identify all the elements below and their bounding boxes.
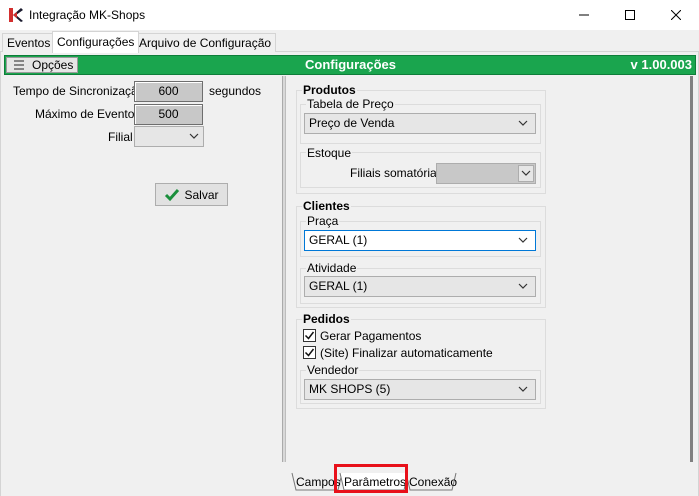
gerar-pagamentos-checkbox[interactable]: [303, 329, 316, 342]
header-title: Configurações: [304, 57, 396, 72]
tab-eventos[interactable]: Eventos: [2, 33, 56, 52]
vendedor-value: MK SHOPS (5): [309, 382, 391, 396]
price-table-select[interactable]: Preço de Venda: [304, 113, 536, 134]
version-label: v 1.00.003: [630, 57, 692, 72]
save-button[interactable]: Salvar: [155, 183, 228, 206]
max-events-input[interactable]: 500: [134, 104, 203, 125]
options-button[interactable]: Opções: [6, 57, 78, 73]
praca-label: Praça: [306, 214, 340, 228]
vendedor-select[interactable]: MK SHOPS (5): [304, 379, 536, 400]
bottom-tab-conexao[interactable]: Conexão: [409, 474, 457, 491]
atividade-select[interactable]: GERAL (1): [304, 276, 536, 297]
chevron-down-icon: [518, 283, 528, 289]
branches-sum-label: Filiais somatórias: [350, 166, 443, 180]
clientes-title: Clientes: [302, 199, 351, 213]
panel-border: [690, 76, 693, 462]
sync-time-label: Tempo de Sincronização: [13, 84, 145, 98]
sync-time-input[interactable]: 600: [134, 81, 203, 102]
max-events-label: Máximo de Eventos: [35, 107, 141, 121]
finalizar-checkbox[interactable]: [303, 346, 316, 359]
sync-unit-label: segundos: [209, 84, 262, 98]
price-table-value: Preço de Venda: [309, 116, 395, 130]
splitter[interactable]: [282, 76, 286, 462]
chevron-down-icon: [521, 170, 531, 176]
price-table-label: Tabela de Preço: [306, 97, 395, 111]
close-button[interactable]: [653, 0, 699, 30]
save-label: Salvar: [184, 187, 219, 202]
window-title: Integração MK-Shops: [29, 8, 146, 22]
branches-sum-select[interactable]: [436, 163, 536, 184]
produtos-title: Produtos: [302, 83, 357, 97]
app-logo-icon: [8, 7, 24, 23]
check-icon: [304, 348, 315, 357]
tab-configuracoes[interactable]: Configurações: [52, 31, 140, 53]
pedidos-title: Pedidos: [302, 312, 351, 326]
close-icon: [671, 10, 681, 20]
praca-value: GERAL (1): [309, 233, 368, 247]
minimize-button[interactable]: [561, 0, 607, 30]
chevron-down-icon: [518, 120, 528, 126]
check-icon: [304, 331, 315, 340]
finalizar-label: (Site) Finalizar automaticamente: [320, 346, 493, 360]
minimize-icon: [579, 14, 589, 16]
chevron-down-icon: [518, 237, 528, 243]
atividade-label: Atividade: [306, 261, 358, 275]
branch-select[interactable]: [134, 126, 204, 147]
chevron-down-icon: [189, 133, 199, 139]
checkmark-icon: [165, 188, 180, 201]
vendedor-label: Vendedor: [306, 363, 360, 377]
maximize-icon: [625, 10, 635, 20]
chevron-down-icon: [518, 386, 528, 392]
praca-select[interactable]: GERAL (1): [304, 230, 536, 251]
tab-arquivo-configuracao[interactable]: Arquivo de Configuração: [134, 33, 277, 52]
menu-icon: [14, 60, 24, 70]
maximize-button[interactable]: [607, 0, 653, 30]
highlight-annotation: [334, 464, 408, 493]
gerar-pagamentos-label: Gerar Pagamentos: [320, 329, 422, 343]
options-label: Opções: [32, 58, 74, 72]
branch-label: Filial: [108, 130, 133, 144]
stock-label: Estoque: [306, 146, 353, 160]
atividade-value: GERAL (1): [309, 279, 368, 293]
